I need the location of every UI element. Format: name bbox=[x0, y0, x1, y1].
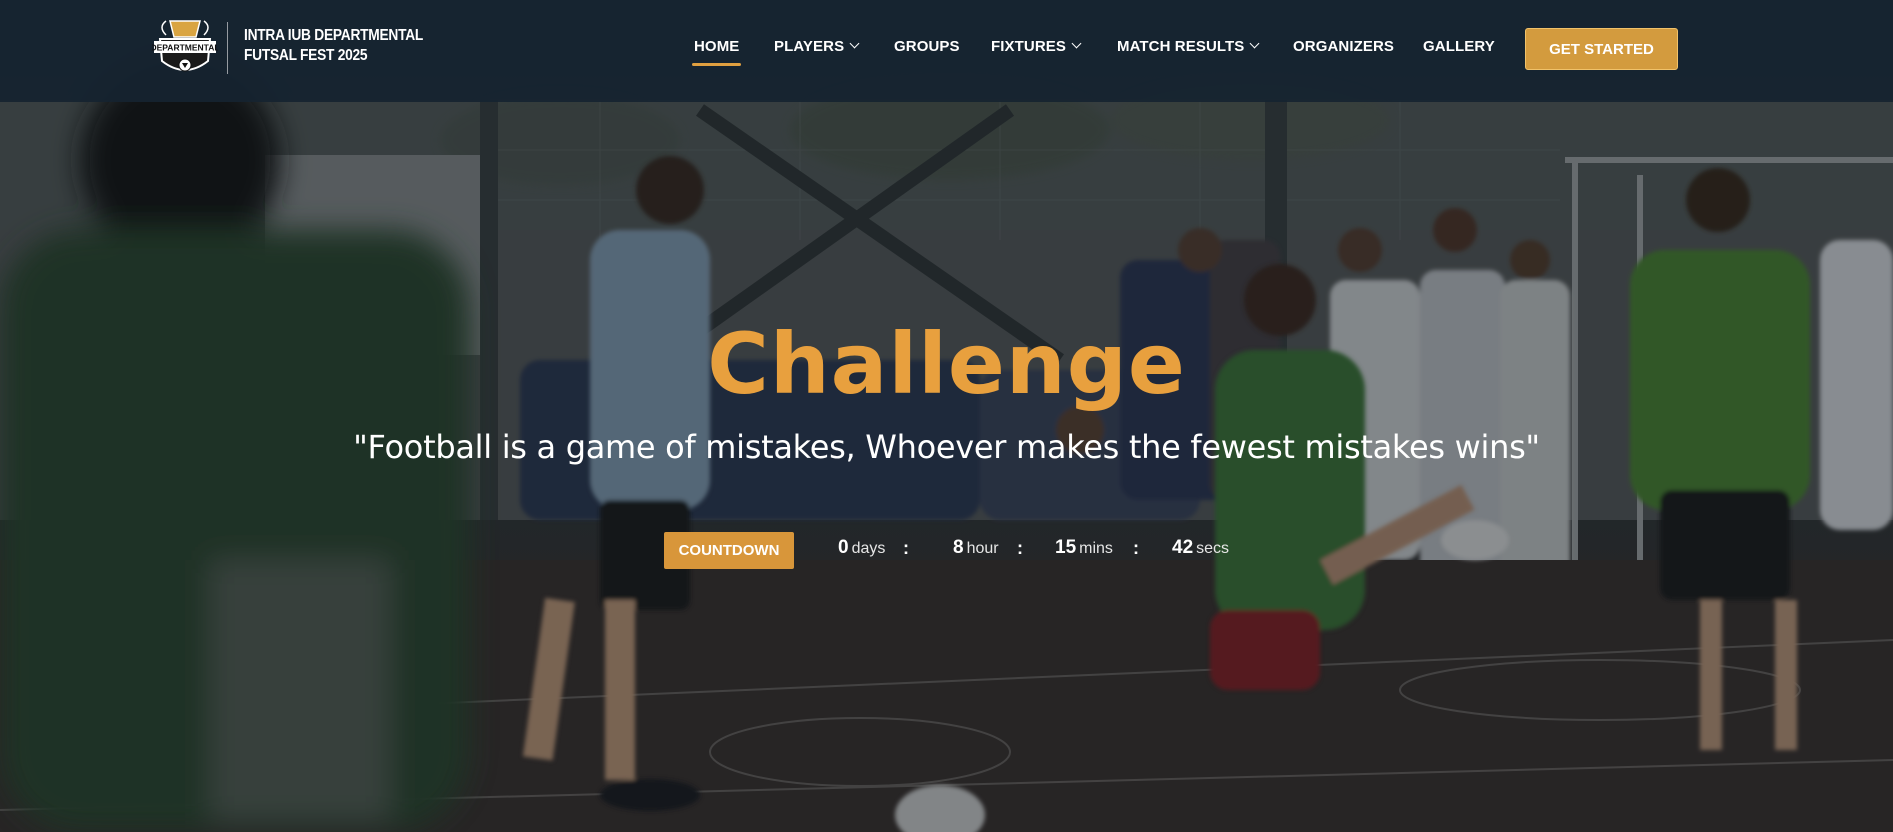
countdown-separator: : bbox=[1133, 538, 1139, 558]
hero-quote: "Football is a game of mistakes, Whoever… bbox=[353, 428, 1540, 466]
countdown-hours-unit: hour bbox=[966, 540, 999, 557]
site-title-line1: INTRA IUB DEPARTMENTAL bbox=[244, 27, 424, 44]
nav-gallery-label: GALLERY bbox=[1423, 38, 1495, 55]
hero-title: Challenge bbox=[707, 315, 1186, 413]
nav-fixtures[interactable]: FIXTURES bbox=[991, 38, 1082, 55]
logo-divider bbox=[227, 22, 228, 74]
logo-word: DEPARTMENTAL bbox=[152, 43, 218, 53]
nav-match-results-label: MATCH RESULTS bbox=[1117, 38, 1245, 55]
get-started-label: GET STARTED bbox=[1549, 40, 1654, 58]
countdown-mins-unit: mins bbox=[1079, 540, 1113, 557]
site-title-line2: FUTSAL FEST 2025 bbox=[244, 47, 368, 64]
hero-background bbox=[0, 0, 1893, 832]
countdown-badge: COUNTDOWN bbox=[664, 532, 794, 569]
top-navbar: DEPARTMENTAL INTRA IUB DEPARTMENTAL FUTS… bbox=[0, 0, 1893, 102]
countdown-separator: : bbox=[903, 538, 909, 558]
countdown-label: COUNTDOWN bbox=[678, 542, 780, 559]
countdown-days: 0 days bbox=[838, 537, 885, 559]
nav-home[interactable]: HOME bbox=[694, 38, 739, 55]
countdown-secs: 42 secs bbox=[1172, 537, 1229, 559]
nav-players-label: PLAYERS bbox=[774, 38, 845, 55]
nav-organizers-label: ORGANIZERS bbox=[1293, 38, 1395, 55]
nav-groups-label: GROUPS bbox=[894, 38, 960, 55]
countdown-hours-value: 8 bbox=[953, 537, 964, 558]
countdown-days-value: 0 bbox=[838, 537, 849, 558]
site-title[interactable]: INTRA IUB DEPARTMENTAL FUTSAL FEST 2025 bbox=[244, 26, 423, 66]
nav-organizers[interactable]: ORGANIZERS bbox=[1293, 38, 1394, 55]
nav-match-results[interactable]: MATCH RESULTS bbox=[1117, 38, 1260, 55]
countdown-mins-value: 15 bbox=[1055, 537, 1077, 558]
chevron-down-icon bbox=[1249, 38, 1260, 49]
chevron-down-icon bbox=[1071, 38, 1082, 49]
countdown-hours: 8 hour bbox=[953, 537, 999, 559]
hero-dark-overlay bbox=[0, 0, 1893, 832]
countdown-secs-value: 42 bbox=[1172, 537, 1194, 558]
nav-active-indicator bbox=[692, 63, 741, 66]
nav-groups[interactable]: GROUPS bbox=[894, 38, 960, 55]
nav-players[interactable]: PLAYERS bbox=[774, 38, 860, 55]
countdown-secs-unit: secs bbox=[1196, 540, 1230, 557]
countdown-days-unit: days bbox=[851, 540, 886, 557]
nav-fixtures-label: FIXTURES bbox=[991, 38, 1066, 55]
countdown-separator: : bbox=[1017, 538, 1023, 558]
get-started-button[interactable]: GET STARTED bbox=[1525, 28, 1678, 70]
tournament-logo-badge[interactable]: DEPARTMENTAL bbox=[152, 17, 218, 81]
countdown-mins: 15 mins bbox=[1055, 537, 1113, 559]
nav-home-label: HOME bbox=[694, 38, 740, 55]
nav-gallery[interactable]: GALLERY bbox=[1423, 38, 1495, 55]
chevron-down-icon bbox=[849, 38, 860, 49]
